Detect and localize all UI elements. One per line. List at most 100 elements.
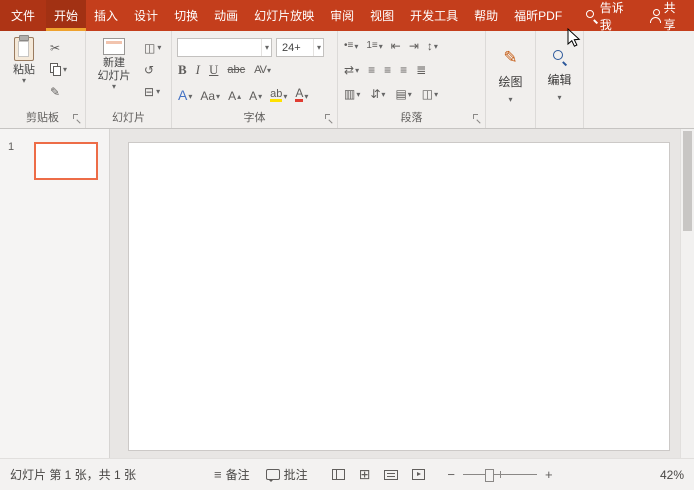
- chevron-down-icon: ▾: [261, 39, 269, 56]
- character-spacing-button[interactable]: AV ▾: [254, 64, 271, 76]
- bold-button[interactable]: B: [178, 64, 187, 76]
- drawing-group: ✎ 绘图 ▾: [486, 31, 536, 128]
- italic-button[interactable]: I: [196, 64, 200, 76]
- reading-view-button[interactable]: [384, 470, 398, 480]
- align-text-button[interactable]: ⇵ ▾: [370, 88, 385, 100]
- grow-font-button[interactable]: A ▴: [228, 90, 241, 102]
- tab-animations[interactable]: 动画: [206, 0, 246, 31]
- line-spacing-icon: ↕: [427, 40, 433, 52]
- normal-view-button[interactable]: [332, 469, 345, 480]
- numbering-button[interactable]: 1≡ ▾: [366, 40, 382, 52]
- text-effects-button[interactable]: A ▾: [178, 89, 192, 102]
- justify-button[interactable]: ≣: [416, 64, 426, 76]
- zoom-out-button[interactable]: −: [447, 468, 455, 481]
- text-effects-icon: A: [178, 89, 187, 102]
- tab-help[interactable]: 帮助: [466, 0, 506, 31]
- drawing-pen-icon: ✎: [503, 49, 517, 67]
- tab-transitions[interactable]: 切换: [166, 0, 206, 31]
- find-icon: [552, 49, 568, 65]
- columns-button[interactable]: ▥ ▾: [344, 88, 360, 100]
- clipboard-dialog-launcher-icon[interactable]: [73, 114, 82, 123]
- chevron-down-icon: ▾: [22, 77, 26, 85]
- tab-view[interactable]: 视图: [362, 0, 402, 31]
- change-case-button[interactable]: Aa ▾: [200, 90, 220, 102]
- chevron-down-icon: ▾: [112, 83, 116, 91]
- tab-design[interactable]: 设计: [126, 0, 166, 31]
- vertical-scrollbar[interactable]: [680, 129, 694, 458]
- drawing-button[interactable]: ✎ 绘图 ▾: [489, 37, 532, 122]
- align-right-icon: ≡: [400, 64, 407, 76]
- comments-label: 批注: [284, 466, 308, 483]
- share-button[interactable]: 共享: [636, 0, 694, 31]
- editing-button[interactable]: 编辑 ▾: [539, 37, 580, 122]
- font-color-button[interactable]: A ▾: [295, 88, 308, 102]
- chevron-down-icon: ▾: [304, 92, 308, 102]
- tab-slideshow[interactable]: 幻灯片放映: [246, 0, 322, 31]
- slide-thumbnail-panel: 1: [0, 129, 110, 458]
- slide-layout-button[interactable]: ◫ ▾: [144, 41, 161, 55]
- slide-thumbnail[interactable]: [34, 142, 98, 180]
- borders-button[interactable]: ◫ ▾: [422, 88, 438, 100]
- chevron-down-icon: ▾: [267, 66, 271, 76]
- bullets-button[interactable]: •≡ ▾: [344, 40, 358, 52]
- slideshow-icon: [412, 469, 425, 480]
- notes-toggle-button[interactable]: ≡ 备注: [214, 466, 250, 483]
- chevron-down-icon: ▾: [355, 66, 359, 76]
- paste-button[interactable]: 粘贴 ▾: [5, 37, 43, 85]
- underline-button[interactable]: U: [209, 64, 218, 76]
- tab-foxit-pdf[interactable]: 福昕PDF: [506, 0, 570, 31]
- normal-view-icon: [332, 469, 345, 480]
- align-center-button[interactable]: ≡: [384, 64, 391, 76]
- tab-file[interactable]: 文件: [0, 0, 46, 31]
- slide-sorter-view-button[interactable]: ⊞: [359, 468, 371, 481]
- align-left-button[interactable]: ≡: [368, 64, 375, 76]
- font-size-combobox[interactable]: 24+ ▾: [276, 38, 324, 57]
- slideshow-view-button[interactable]: [412, 469, 425, 480]
- tell-me-search[interactable]: 告诉我: [575, 0, 636, 31]
- font-dialog-launcher-icon[interactable]: [325, 114, 334, 123]
- paragraph-group-label: 段落: [338, 109, 485, 125]
- strikethrough-button[interactable]: abc: [227, 64, 245, 76]
- clipboard-group: 粘贴 ▾ ✂ ▾ ✎ 剪贴板: [0, 31, 86, 128]
- zoom-slider[interactable]: [463, 468, 537, 481]
- increase-indent-button[interactable]: ⇥: [409, 40, 419, 52]
- font-name-combobox[interactable]: ▾: [177, 38, 272, 57]
- editing-label: 编辑: [547, 71, 571, 88]
- reset-icon: ↺: [144, 63, 154, 77]
- tab-insert[interactable]: 插入: [86, 0, 126, 31]
- text-highlight-button[interactable]: ab ▾: [270, 89, 287, 102]
- line-spacing-button[interactable]: ↕ ▾: [427, 40, 438, 52]
- font-group-label: 字体: [172, 109, 337, 125]
- shrink-font-button[interactable]: A ▾: [249, 90, 262, 102]
- zoom-in-button[interactable]: +: [545, 468, 553, 481]
- chevron-down-icon: ▾: [258, 92, 262, 102]
- underline-icon: U: [209, 64, 218, 76]
- align-right-button[interactable]: ≡: [400, 64, 407, 76]
- zoom-percentage[interactable]: 42%: [660, 468, 684, 482]
- ribbon-spacer: [584, 31, 694, 128]
- paragraph-dialog-launcher-icon[interactable]: [473, 114, 482, 123]
- reset-slide-button[interactable]: ↺: [144, 63, 154, 77]
- bullets-icon: •≡: [344, 40, 353, 52]
- grow-font-icon: A: [228, 90, 236, 102]
- tab-review[interactable]: 审阅: [322, 0, 362, 31]
- slide-canvas[interactable]: [128, 142, 670, 451]
- comments-toggle-button[interactable]: 批注: [266, 466, 308, 483]
- new-slide-button[interactable]: 新建 幻灯片 ▾: [90, 38, 138, 91]
- zoom-slider-thumb[interactable]: [485, 469, 494, 482]
- decrease-indent-button[interactable]: ⇤: [391, 40, 401, 52]
- text-direction-button[interactable]: ⇄ ▾: [344, 64, 359, 76]
- copy-button[interactable]: ▾: [50, 63, 67, 76]
- convert-smartart-button[interactable]: ▤ ▾: [395, 88, 411, 100]
- ribbon: 粘贴 ▾ ✂ ▾ ✎ 剪贴板 新建 幻灯片 ▾: [0, 31, 694, 129]
- scrollbar-thumb[interactable]: [683, 131, 692, 231]
- tab-home[interactable]: 开始: [46, 0, 86, 31]
- powerpoint-window: 文件 开始 插入 设计 切换 动画 幻灯片放映 审阅 视图 开发工具 帮助 福昕…: [0, 0, 694, 490]
- chevron-down-icon: ▾: [156, 88, 160, 96]
- ribbon-tab-bar: 文件 开始 插入 设计 切换 动画 幻灯片放映 审阅 视图 开发工具 帮助 福昕…: [0, 0, 694, 31]
- section-button[interactable]: ⊟ ▾: [144, 85, 160, 99]
- cut-button[interactable]: ✂: [50, 41, 60, 55]
- tab-developer[interactable]: 开发工具: [402, 0, 466, 31]
- shrink-font-icon: A: [249, 90, 257, 102]
- format-painter-button[interactable]: ✎: [50, 85, 60, 99]
